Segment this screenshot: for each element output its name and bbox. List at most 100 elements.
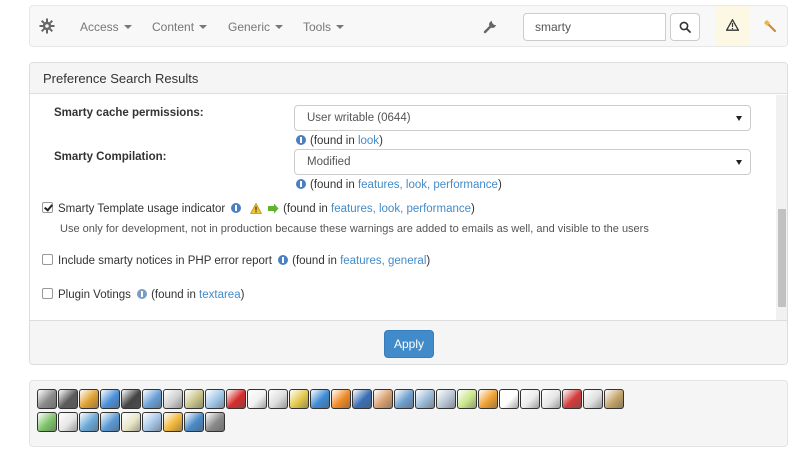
warning-toggle[interactable] (716, 6, 750, 46)
results-scrollbar[interactable] (776, 95, 787, 320)
search-icon (679, 21, 691, 33)
panel-title: Preference Search Results (30, 63, 787, 94)
cache-found-in: (found in look) (296, 135, 383, 147)
notepad-icon[interactable] (457, 389, 477, 409)
key-icon[interactable] (289, 389, 309, 409)
group-icon[interactable] (373, 389, 393, 409)
clock-icon[interactable] (268, 389, 288, 409)
book-icon[interactable] (121, 389, 141, 409)
caret-down-icon (199, 25, 208, 29)
plugin-found-suffix: ) (240, 289, 245, 301)
book-open-icon[interactable] (541, 389, 561, 409)
menu-generic-label: Generic (228, 20, 271, 34)
wrench-icon[interactable] (483, 18, 499, 34)
select-arrow-icon (736, 160, 742, 165)
cache-found-prefix: (found in (310, 135, 358, 147)
scrollbar-thumb[interactable] (778, 209, 786, 307)
clipboard-icon[interactable] (604, 389, 624, 409)
search-input[interactable] (523, 13, 666, 41)
edit-icon[interactable] (163, 389, 183, 409)
gear-icon[interactable] (39, 18, 55, 34)
caret-down-icon (123, 25, 132, 29)
template-indicator-links[interactable]: features, look, performance (331, 203, 471, 215)
menu-content[interactable]: Content (152, 20, 208, 34)
info-icon[interactable] (278, 255, 289, 265)
template-indicator-checkbox[interactable] (42, 202, 53, 213)
share-icon[interactable] (79, 412, 99, 432)
compilation-found-in: (found in features, look, performance) (296, 179, 502, 191)
home-icon[interactable] (100, 412, 120, 432)
php-notices-label: Include smarty notices in PHP error repo… (58, 255, 272, 267)
apply-button[interactable]: Apply (384, 330, 434, 358)
tea-icon[interactable] (142, 412, 162, 432)
image-icon[interactable] (142, 389, 162, 409)
keyboard-icon[interactable] (205, 412, 225, 432)
hammer-icon[interactable] (763, 19, 779, 33)
chat-icon[interactable] (310, 389, 330, 409)
help-icon[interactable] (137, 289, 148, 299)
refresh-globe-icon[interactable] (184, 412, 204, 432)
calendar-icon[interactable] (583, 389, 603, 409)
quick-icons-row-2 (37, 412, 226, 432)
calculator-icon[interactable] (415, 389, 435, 409)
php-found-prefix: (found in (292, 255, 341, 267)
cache-found-suffix: ) (379, 135, 383, 147)
link-look[interactable]: look (358, 135, 379, 147)
mail-icon[interactable] (58, 412, 78, 432)
plugin-votings-links[interactable]: textarea (199, 289, 241, 301)
screen-icon[interactable] (121, 412, 141, 432)
window-icon[interactable] (37, 412, 57, 432)
document-icon[interactable] (247, 389, 267, 409)
power-icon[interactable] (58, 389, 78, 409)
arrow-green-icon (267, 203, 279, 214)
caret-down-icon (336, 25, 345, 29)
cache-permissions-value: User writable (0644) (307, 112, 411, 124)
search-icon[interactable] (394, 389, 414, 409)
info-icon[interactable] (296, 135, 306, 145)
globe-icon[interactable] (352, 389, 372, 409)
menu-tools[interactable]: Tools (303, 20, 345, 34)
font-icon[interactable] (499, 389, 519, 409)
photo-icon[interactable] (205, 389, 225, 409)
top-navbar: Access Content Generic Tools (29, 5, 788, 47)
quick-icons-toolbar (29, 380, 788, 447)
search-button[interactable] (670, 13, 700, 41)
template-indicator-row: Smarty Template usage indicator (found i… (42, 202, 475, 215)
compilation-value: Modified (307, 156, 351, 168)
tags-icon[interactable] (436, 389, 456, 409)
template-found-prefix: (found in (283, 203, 332, 215)
plugin-votings-row: Plugin Votings (found in textarea) (42, 288, 244, 301)
menu-generic[interactable]: Generic (228, 20, 284, 34)
template-indicator-description: Use only for development, not in product… (60, 223, 649, 235)
plugin-votings-checkbox[interactable] (42, 288, 53, 299)
panel-footer: Apply (30, 320, 787, 364)
info-icon[interactable] (296, 179, 306, 189)
template-indicator-label: Smarty Template usage indicator (58, 203, 226, 215)
preference-search-panel: Preference Search Results Smarty cache p… (29, 62, 788, 365)
compilation-found-prefix: (found in (310, 179, 358, 191)
select-arrow-icon (736, 116, 742, 121)
php-notices-checkbox[interactable] (42, 254, 53, 265)
exit-icon[interactable] (79, 389, 99, 409)
cache-permissions-select[interactable]: User writable (0644) (294, 105, 751, 131)
tools-icon[interactable] (37, 389, 57, 409)
dollar-icon[interactable] (163, 412, 183, 432)
palette-icon[interactable] (478, 389, 498, 409)
flag-de-icon[interactable] (226, 389, 246, 409)
delete-icon[interactable] (562, 389, 582, 409)
template-found-suffix: ) (471, 203, 475, 215)
menu-access-label: Access (80, 20, 119, 34)
compilation-label: Smarty Compilation: (54, 151, 167, 163)
php-notices-links[interactable]: features, general (340, 255, 426, 267)
rss-icon[interactable] (331, 389, 351, 409)
info-icon[interactable] (231, 203, 242, 213)
warning-icon (726, 19, 739, 31)
compilation-links[interactable]: features, look, performance (358, 179, 498, 191)
map-icon[interactable] (184, 389, 204, 409)
php-found-suffix: ) (426, 255, 431, 267)
menu-content-label: Content (152, 20, 195, 34)
text-icon[interactable] (520, 389, 540, 409)
compilation-select[interactable]: Modified (294, 149, 751, 175)
menu-access[interactable]: Access (80, 20, 132, 34)
users-icon[interactable] (100, 389, 120, 409)
